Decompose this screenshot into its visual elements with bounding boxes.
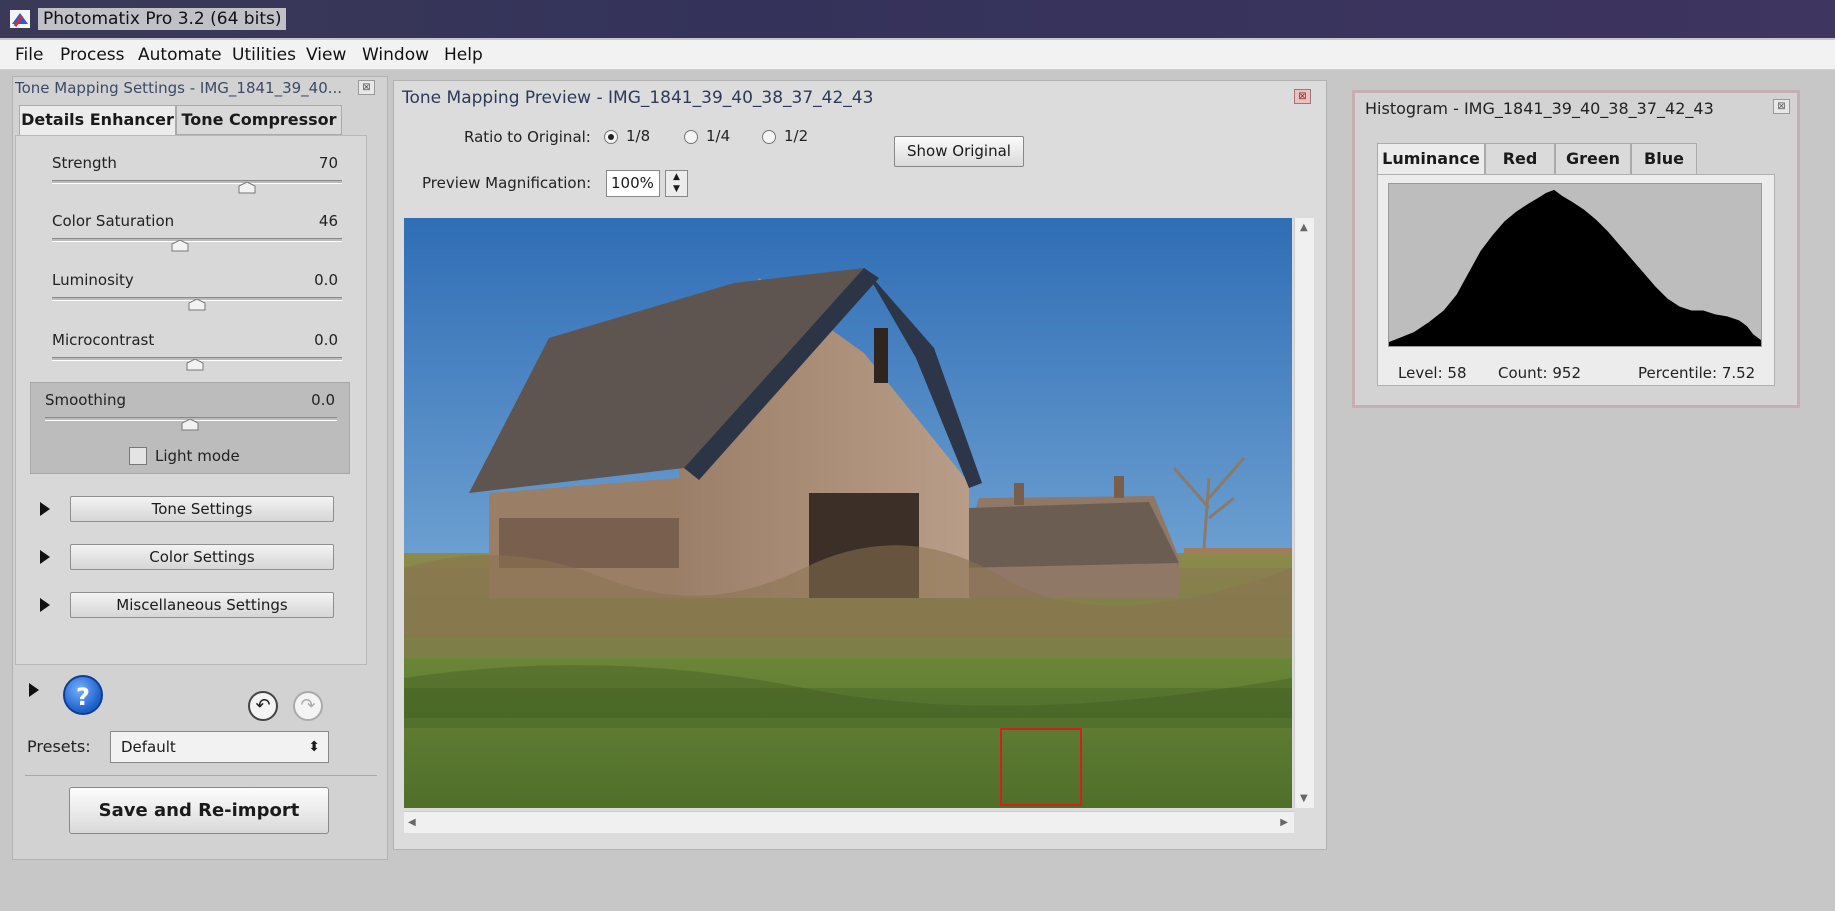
ratio-radio-1-2[interactable] xyxy=(762,130,776,144)
preview-panel-title: Tone Mapping Preview - IMG_1841_39_40_38… xyxy=(402,88,874,108)
color-settings-button[interactable]: Color Settings xyxy=(70,544,334,570)
strength-slider-track[interactable] xyxy=(52,180,342,184)
ratio-label-1-4: 1/4 xyxy=(706,127,731,145)
preview-image[interactable] xyxy=(404,218,1292,808)
strength-label: Strength xyxy=(52,154,117,172)
smoothing-value: 0.0 xyxy=(311,391,335,409)
expand-arrow-icon[interactable] xyxy=(40,550,50,564)
tone-mapping-preview-panel: Tone Mapping Preview - IMG_1841_39_40_38… xyxy=(393,80,1327,850)
tone-mapping-settings-panel: Tone Mapping Settings - IMG_1841_39_40..… xyxy=(12,76,388,860)
luminance-histogram xyxy=(1388,183,1762,347)
microcontrast-label: Microcontrast xyxy=(52,331,155,349)
tab-luminance[interactable]: Luminance xyxy=(1377,143,1485,175)
luminosity-slider-thumb[interactable] xyxy=(188,299,206,311)
presets-select[interactable]: Default ⬍ xyxy=(110,731,329,763)
color-saturation-label: Color Saturation xyxy=(52,212,175,230)
close-icon[interactable]: ⊠ xyxy=(1773,99,1790,114)
color-saturation-slider-thumb[interactable] xyxy=(171,240,189,252)
redo-icon[interactable]: ↷ xyxy=(293,691,323,721)
app-icon xyxy=(10,10,30,28)
expand-arrow-icon[interactable] xyxy=(40,502,50,516)
title-bar: Photomatix Pro 3.2 (64 bits) xyxy=(0,0,1835,38)
ratio-radio-1-4[interactable] xyxy=(684,130,698,144)
miscellaneous-settings-button[interactable]: Miscellaneous Settings xyxy=(70,592,334,618)
tab-blue[interactable]: Blue xyxy=(1631,143,1697,175)
expand-arrow-icon[interactable] xyxy=(40,598,50,612)
smoothing-group: Smoothing 0.0 Light mode xyxy=(30,382,350,474)
presets-select-value: Default xyxy=(121,738,176,756)
color-saturation-value: 46 xyxy=(318,212,338,230)
microcontrast-value: 0.0 xyxy=(314,331,338,349)
tab-red[interactable]: Red xyxy=(1485,143,1555,175)
histogram-count: Count: 952 xyxy=(1498,364,1581,382)
strength-value: 70 xyxy=(318,154,338,172)
histogram-panel-title: Histogram - IMG_1841_39_40_38_37_42_43 xyxy=(1365,99,1714,118)
close-icon[interactable]: ⊠ xyxy=(358,80,375,95)
light-mode-checkbox[interactable] xyxy=(129,447,147,465)
expand-arrow-icon[interactable] xyxy=(29,683,39,697)
menu-utilities[interactable]: Utilities xyxy=(232,45,296,65)
luminosity-value: 0.0 xyxy=(314,271,338,289)
ratio-label-1-8: 1/8 xyxy=(626,127,651,145)
preview-magnification-label: Preview Magnification: xyxy=(422,174,592,192)
help-icon[interactable]: ? xyxy=(63,675,103,715)
magnification-stepper[interactable]: ▲ ▼ xyxy=(665,170,688,197)
menu-bar: File Process Automate Utilities View Win… xyxy=(0,40,1835,70)
vertical-scrollbar[interactable]: ▲ ▼ xyxy=(1294,218,1314,808)
ratio-to-original-label: Ratio to Original: xyxy=(464,128,591,146)
tab-green[interactable]: Green xyxy=(1555,143,1631,175)
microcontrast-slider-thumb[interactable] xyxy=(186,359,204,371)
smoothing-slider-thumb[interactable] xyxy=(181,419,199,431)
luminosity-label: Luminosity xyxy=(52,271,134,289)
ratio-radio-1-8[interactable] xyxy=(604,130,618,144)
menu-process[interactable]: Process xyxy=(60,45,125,65)
divider xyxy=(25,775,377,776)
tab-details-enhancer[interactable]: Details Enhancer xyxy=(19,105,176,135)
histogram-body: Level: 58 Count: 952 Percentile: 7.52 xyxy=(1377,174,1775,386)
save-and-reimport-button[interactable]: Save and Re-import xyxy=(69,787,329,834)
light-mode-label: Light mode xyxy=(155,447,240,465)
histogram-level: Level: 58 xyxy=(1398,364,1467,382)
show-original-button[interactable]: Show Original xyxy=(894,136,1024,167)
menu-view[interactable]: View xyxy=(306,45,346,65)
undo-icon[interactable]: ↶ xyxy=(248,691,278,721)
horizontal-scrollbar[interactable]: ◀ ▶ xyxy=(404,811,1294,833)
histogram-panel: Histogram - IMG_1841_39_40_38_37_42_43 ⊠… xyxy=(1352,90,1800,408)
magnification-input[interactable]: 100% xyxy=(606,170,660,197)
settings-panel-title: Tone Mapping Settings - IMG_1841_39_40..… xyxy=(15,79,343,97)
window-title: Photomatix Pro 3.2 (64 bits) xyxy=(38,8,287,30)
smoothing-label: Smoothing xyxy=(45,391,127,409)
menu-help[interactable]: Help xyxy=(444,45,483,65)
presets-label: Presets: xyxy=(27,737,91,756)
histogram-percentile: Percentile: 7.52 xyxy=(1638,364,1756,382)
ratio-label-1-2: 1/2 xyxy=(784,127,809,145)
tab-tone-compressor[interactable]: Tone Compressor xyxy=(176,105,342,135)
menu-automate[interactable]: Automate xyxy=(138,45,222,65)
menu-file[interactable]: File xyxy=(15,45,43,65)
dropdown-arrows-icon: ⬍ xyxy=(308,739,320,755)
strength-slider-thumb[interactable] xyxy=(238,182,256,194)
close-icon[interactable]: ⊠ xyxy=(1294,89,1311,104)
tone-settings-button[interactable]: Tone Settings xyxy=(70,496,334,522)
color-saturation-slider-track[interactable] xyxy=(52,238,342,242)
menu-window[interactable]: Window xyxy=(362,45,429,65)
details-enhancer-body: Strength 70 Color Saturation 46 Luminosi… xyxy=(15,135,367,665)
